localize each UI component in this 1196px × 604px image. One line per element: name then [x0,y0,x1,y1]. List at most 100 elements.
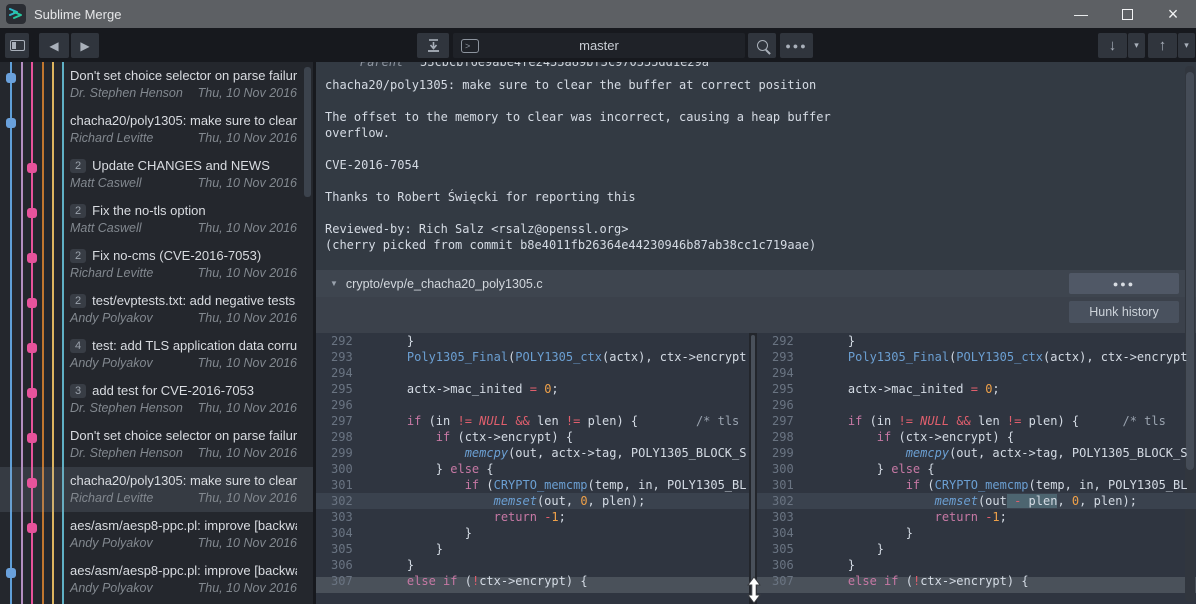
hunk-header-band: Hunk history [316,297,1196,333]
line-number: 307 [316,573,378,589]
commit-date: Thu, 10 Nov 2016 [198,86,297,103]
maximize-button[interactable] [1104,0,1150,28]
commit-author: Andy Polyakov [70,356,153,373]
commit-row[interactable]: 2Fix the no-tls optionMatt CaswellThu, 1… [0,197,313,242]
file-more-button[interactable]: ●●● [1069,273,1179,294]
commit-date: Thu, 10 Nov 2016 [198,491,297,508]
diff-line: 303 return -1; [757,509,1196,525]
commit-row[interactable]: chacha20/poly1305: make sure to clear th… [0,107,313,152]
line-number: 292 [316,333,378,349]
commit-list-panel: Don't set choice selector on parse failu… [0,62,313,604]
back-button[interactable]: ◀ [39,33,69,58]
code-text: return -1; [378,509,749,525]
diff-line: 293 Poly1305_Final(POLY1305_ctx(actx), c… [757,349,1196,365]
line-number: 298 [757,429,819,445]
commit-author: Dr. Stephen Henson [70,86,183,103]
commit-row[interactable]: 2test/evptests.txt: add negative tests f… [0,287,313,332]
line-number: 305 [757,541,819,557]
commit-title: test/evptests.txt: add negative tests fo… [92,293,297,308]
commit-author: Richard Levitte [70,491,153,508]
code-text: if (in != NULL && len != plen) { /* tls [378,413,749,429]
commit-title: chacha20/poly1305: make sure to clear th… [70,473,297,488]
commit-author: Andy Polyakov [70,536,153,553]
close-button[interactable]: × [1150,0,1196,28]
search-button[interactable] [748,33,776,58]
commit-row[interactable]: 3add test for CVE-2016-7053Dr. Stephen H… [0,377,313,422]
code-text: else if (!ctx->encrypt) { [819,573,1196,589]
diff-line: 299 memcpy(out, actx->tag, POLY1305_BLOC… [757,445,1196,461]
code-text: } else { [378,461,749,477]
diff-line: 292 } [757,333,1196,349]
commit-title: test: add TLS application data corruptio [92,338,297,353]
diff-line: 304 } [757,525,1196,541]
diff-pane-old: 292 }293 Poly1305_Final(POLY1305_ctx(act… [316,333,749,604]
diff-line: 304 } [316,525,749,541]
minimize-button[interactable]: — [1058,0,1104,28]
commit-count-badge: 3 [70,384,86,398]
toolbar-more-button[interactable]: ●●● [780,33,813,58]
commit-icon [426,39,441,53]
line-number: 302 [757,493,819,509]
commit-date: Thu, 10 Nov 2016 [198,221,297,238]
diff-line: 294 [757,365,1196,381]
diff-line: 300 } else { [316,461,749,477]
line-number: 301 [757,477,819,493]
command-palette-field[interactable]: > master [453,33,745,58]
commit-date: Thu, 10 Nov 2016 [198,446,297,463]
diff-pane-new: 292 }293 Poly1305_Final(POLY1305_ctx(act… [757,333,1196,604]
commit-row[interactable]: chacha20/poly1305: make sure to clear th… [0,467,313,512]
commit-row[interactable]: aes/asm/aesp8-ppc.pl: improve [backward]… [0,557,313,602]
commit-row[interactable]: Don't set choice selector on parse failu… [0,422,313,467]
commit-author: Dr. Stephen Henson [70,446,183,463]
file-header-bar[interactable]: ▼ crypto/evp/e_chacha20_poly1305.c ●●● [316,270,1196,297]
diff-line: 298 if (ctx->encrypt) { [316,429,749,445]
code-text [378,397,749,413]
commit-dot [27,478,37,488]
diff-divider-scrollbar[interactable] [751,335,755,600]
commit-title: aes/asm/aesp8-ppc.pl: improve [backward] [70,518,297,533]
sidebar-toggle-icon [10,40,25,51]
pull-button[interactable]: ↓ [1098,33,1127,58]
line-number: 296 [316,397,378,413]
sublime-merge-window: Sublime Merge — × ◀ ▶ > master ●●● ↓ [0,0,1196,604]
code-text: actx->mac_inited = 0; [819,381,1196,397]
commit-button[interactable] [417,33,449,58]
commit-row[interactable]: 2Update CHANGES and NEWSMatt CaswellThu,… [0,152,313,197]
toolbar: ◀ ▶ > master ●●● ↓ ▾ ↑ ▾ [0,28,1196,62]
diff-line: 299 memcpy(out, actx->tag, POLY1305_BLOC… [316,445,749,461]
diff-pane-divider[interactable] [749,333,757,604]
code-text: } [378,525,749,541]
forward-button[interactable]: ▶ [71,33,99,58]
commit-title: Update CHANGES and NEWS [92,158,270,173]
commit-dot [27,253,37,263]
commit-title: Don't set choice selector on parse failu… [70,428,297,443]
pull-dropdown-button[interactable]: ▾ [1128,33,1145,58]
diff-line: 297 if (in != NULL && len != plen) { /* … [757,413,1196,429]
push-dropdown-button[interactable]: ▾ [1178,33,1195,58]
commit-date: Thu, 10 Nov 2016 [198,266,297,283]
parent-hash[interactable]: 53cbcbf6e9abe4fe2433a89bf3c970355dd1e29a [420,62,709,69]
code-text: if (CRYPTO_memcmp(temp, in, POLY1305_BL [819,477,1196,493]
diff-line: 296 [316,397,749,413]
push-button[interactable]: ↑ [1148,33,1177,58]
diff-line: 302 memset(out - plen, 0, plen); [757,493,1196,509]
code-text: Poly1305_Final(POLY1305_ctx(actx), ctx->… [819,349,1196,365]
diff-line: 296 [757,397,1196,413]
commit-list-scrollbar[interactable] [304,67,311,197]
commit-dot [27,208,37,218]
code-text: Poly1305_Final(POLY1305_ctx(actx), ctx->… [378,349,749,365]
commit-row[interactable]: 2Fix no-cms (CVE-2016-7053)Richard Levit… [0,242,313,287]
commit-author: Richard Levitte [70,131,153,148]
diff-line: 297 if (in != NULL && len != plen) { /* … [316,413,749,429]
code-text: } [378,333,749,349]
mouse-cursor-ns-resize-icon [745,576,763,604]
commit-row[interactable]: Don't set choice selector on parse failu… [0,62,313,107]
commit-row[interactable]: aes/asm/aesp8-ppc.pl: improve [backward]… [0,512,313,557]
collapse-triangle-icon[interactable]: ▼ [330,279,338,288]
commit-date: Thu, 10 Nov 2016 [198,311,297,328]
line-number: 306 [757,557,819,573]
sidebar-toggle-button[interactable] [5,33,29,58]
commit-row[interactable]: 4test: add TLS application data corrupti… [0,332,313,377]
commit-author: Matt Caswell [70,176,142,193]
hunk-history-button[interactable]: Hunk history [1069,301,1179,323]
